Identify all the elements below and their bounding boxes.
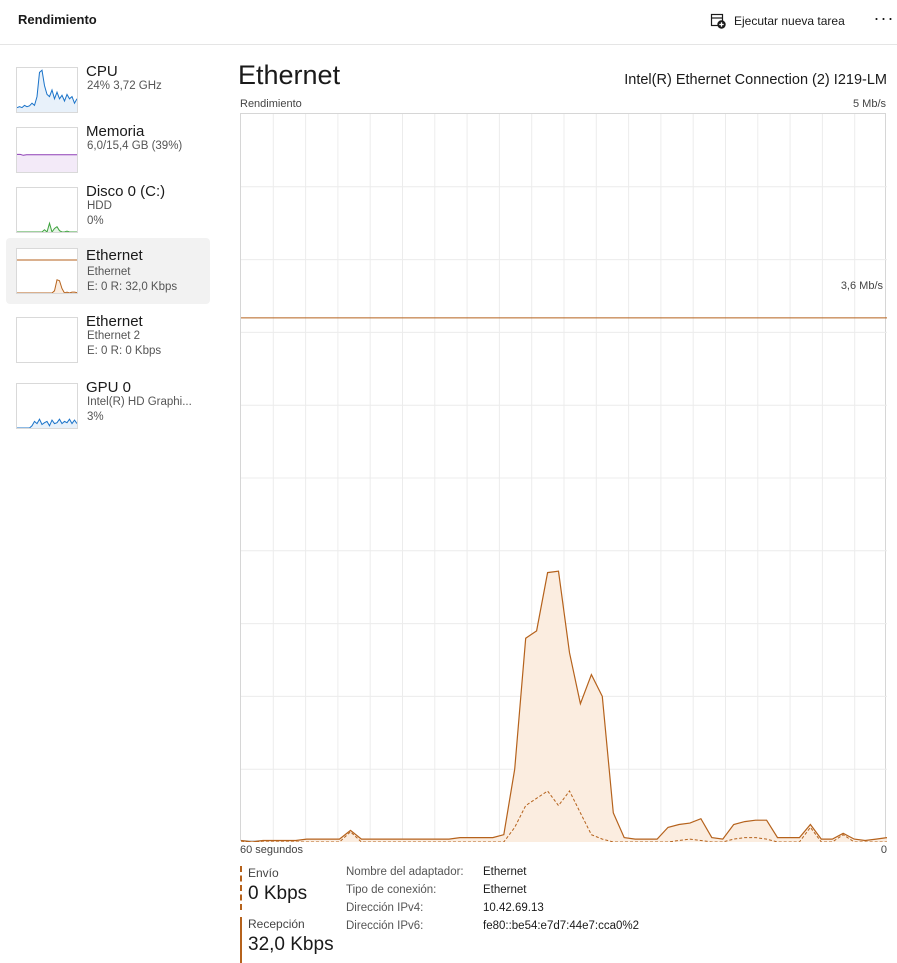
graph-label: Rendimiento xyxy=(240,98,302,110)
sidebar-item-memory[interactable]: Memoria 6,0/15,4 GB (39%) xyxy=(6,117,210,181)
property-row: Nombre del adaptador: Ethernet xyxy=(346,866,639,884)
zero-axis-label: 0 xyxy=(880,844,887,856)
run-new-task-label: Ejecutar nueva tarea xyxy=(734,14,845,28)
sidebar-item-detail: 24% 3,72 GHz xyxy=(87,80,162,92)
page-title: Rendimiento xyxy=(18,12,97,27)
sidebar-item-ethernet-2[interactable]: Ethernet Ethernet 2 E: 0 R: 0 Kbps xyxy=(6,307,210,371)
send-label: Envío xyxy=(248,866,279,880)
property-value: fe80::be54:e7d7:44e7:cca0%2 xyxy=(483,920,640,932)
cpu-thumbnail-graph xyxy=(16,67,78,113)
sparkline-area xyxy=(17,154,77,172)
property-row: Dirección IPv6: fe80::be54:e7d7:44e7:cca0… xyxy=(346,920,639,938)
property-row: Dirección IPv4: 10.42.69.13 xyxy=(346,902,639,920)
gpu-thumbnail-graph xyxy=(16,383,78,429)
sparkline-line xyxy=(17,153,77,156)
property-key: Nombre del adaptador: xyxy=(346,866,464,878)
sidebar-item-detail: Intel(R) HD Graphi... xyxy=(87,396,192,408)
disk-sparkline xyxy=(17,221,77,232)
sparkline-line xyxy=(17,221,77,232)
sidebar-item-detail-2: 0% xyxy=(87,215,104,227)
sidebar-item-label: Ethernet xyxy=(86,247,143,264)
sidebar-item-detail-2: 3% xyxy=(87,411,104,423)
send-value: 0 Kbps xyxy=(248,883,308,904)
run-new-task-button[interactable]: Ejecutar nueva tarea xyxy=(710,10,845,32)
time-axis-label: 60 segundos xyxy=(240,844,303,856)
throughput-graph xyxy=(240,113,887,842)
cpu-sparkline xyxy=(17,69,77,112)
memory-sparkline xyxy=(17,153,77,172)
memory-thumbnail-graph xyxy=(16,127,78,173)
device-title: Ethernet xyxy=(238,60,341,90)
ethernet-thumbnail-graph xyxy=(16,248,78,294)
reference-line-label: 3,6 Mb/s xyxy=(840,280,883,292)
ethernet2-sparkline xyxy=(17,318,77,362)
property-value: Ethernet xyxy=(483,884,527,896)
sidebar-item-detail: HDD xyxy=(87,200,112,212)
sidebar-item-detail: Ethernet xyxy=(87,266,131,278)
resource-sidebar: CPU 24% 3,72 GHz Memoria 6,0/15,4 GB (39… xyxy=(0,45,215,963)
property-key: Dirección IPv4: xyxy=(346,902,424,914)
disk-thumbnail-graph xyxy=(16,187,78,233)
sidebar-item-label: GPU 0 xyxy=(86,379,132,396)
property-value: Ethernet xyxy=(483,866,527,878)
sidebar-item-disk[interactable]: Disco 0 (C:) HDD 0% xyxy=(6,177,210,241)
sidebar-item-gpu[interactable]: GPU 0 Intel(R) HD Graphi... 3% xyxy=(6,373,210,437)
throughput-chart-svg xyxy=(241,114,887,842)
sidebar-item-ethernet[interactable]: Ethernet Ethernet E: 0 R: 32,0 Kbps xyxy=(6,238,210,304)
sidebar-item-cpu[interactable]: CPU 24% 3,72 GHz xyxy=(6,57,210,121)
sidebar-item-label: Disco 0 (C:) xyxy=(86,183,166,200)
sparkline-line xyxy=(17,279,77,293)
property-value: 10.42.69.13 xyxy=(483,902,544,914)
sidebar-item-label: Ethernet xyxy=(86,313,143,330)
sidebar-item-detail-2: E: 0 R: 32,0 Kbps xyxy=(87,281,178,293)
gpu-sparkline xyxy=(17,418,77,428)
ethernet2-thumbnail-graph xyxy=(16,317,78,363)
receive-value: 32,0 Kbps xyxy=(248,934,334,955)
sidebar-item-detail: Ethernet 2 xyxy=(87,330,141,342)
property-row: Tipo de conexión: Ethernet xyxy=(346,884,639,902)
adapter-name: Intel(R) Ethernet Connection (2) I219-LM xyxy=(624,72,887,88)
property-key: Dirección IPv6: xyxy=(346,920,424,932)
ethernet-sparkline xyxy=(17,259,77,293)
sidebar-item-label: CPU xyxy=(86,63,118,80)
graph-max-label: 5 Mb/s xyxy=(852,98,886,110)
more-options-button[interactable]: ··· xyxy=(873,9,895,31)
sidebar-item-detail-2: E: 0 R: 0 Kbps xyxy=(87,345,162,357)
adapter-properties: Nombre del adaptador: Ethernet Tipo de co… xyxy=(346,866,639,938)
sidebar-item-label: Memoria xyxy=(86,123,145,140)
sidebar-item-detail: 6,0/15,4 GB (39%) xyxy=(87,140,183,152)
send-legend-marker xyxy=(240,866,242,910)
property-key: Tipo de conexión: xyxy=(346,884,437,896)
receive-label: Recepción xyxy=(248,917,305,931)
sparkline-area xyxy=(17,279,77,293)
run-task-icon xyxy=(710,13,726,29)
receive-legend-marker xyxy=(240,917,242,963)
header-bar: Rendimiento Ejecutar nueva tarea ··· xyxy=(0,0,897,45)
